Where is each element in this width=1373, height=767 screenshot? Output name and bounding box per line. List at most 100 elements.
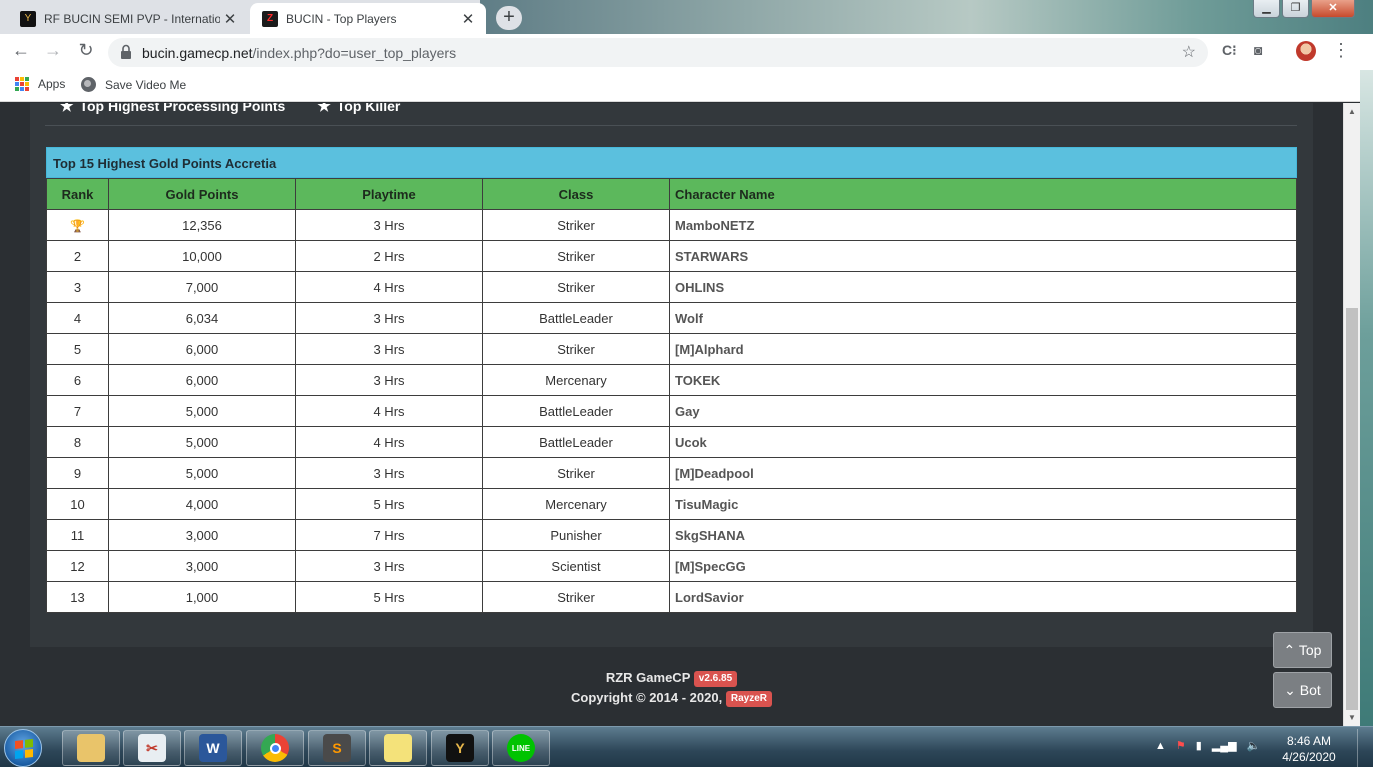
- desktop-wallpaper-strip: [480, 0, 1373, 34]
- cell-rank: 10: [46, 488, 109, 520]
- tray-expand-icon[interactable]: ▲: [1155, 740, 1166, 752]
- maximize-button[interactable]: ❐: [1282, 0, 1309, 18]
- table-row: 3 7,000 4 Hrs Striker OHLINS: [46, 271, 1297, 303]
- back-icon[interactable]: ←: [9, 40, 33, 61]
- cell-character-name: Gay: [669, 395, 1297, 427]
- tab-rf-bucin[interactable]: Y RF BUCIN SEMI PVP - International ✕: [8, 3, 248, 34]
- table-row: 12 3,000 3 Hrs Scientist [M]SpecGG: [46, 550, 1297, 582]
- close-window-button[interactable]: ✕: [1311, 0, 1355, 18]
- cell-playtime: 3 Hrs: [295, 333, 483, 365]
- taskbar-clock[interactable]: 8:46 AM 4/26/2020: [1278, 733, 1340, 765]
- extension-c-icon[interactable]: C⁝: [1222, 42, 1237, 59]
- reload-icon[interactable]: ↻: [74, 40, 98, 61]
- show-desktop-button[interactable]: [1357, 729, 1371, 767]
- cell-playtime: 4 Hrs: [295, 395, 483, 427]
- cell-gold-points: 12,356: [108, 209, 296, 241]
- forward-icon[interactable]: →: [41, 40, 65, 61]
- cell-rank: 6: [46, 364, 109, 396]
- cell-character-name: TisuMagic: [669, 488, 1297, 520]
- menu-dots-icon[interactable]: ⋮: [1332, 40, 1350, 61]
- tab-close-icon[interactable]: ✕: [220, 10, 240, 28]
- cell-character-name: [M]Alphard: [669, 333, 1297, 365]
- network-error-icon[interactable]: ⚑: [1176, 739, 1186, 752]
- taskbar-line[interactable]: LINE: [492, 730, 550, 766]
- cell-character-name: TOKEK: [669, 364, 1297, 396]
- tab-top-players[interactable]: Z BUCIN - Top Players ✕: [250, 3, 486, 34]
- window-controls: ▁ ❐ ✕: [1253, 0, 1355, 18]
- cell-rank: 11: [46, 519, 109, 551]
- address-bar[interactable]: bucin.gamecp.net/index.php?do=user_top_p…: [108, 38, 1208, 67]
- page-scrollbar[interactable]: ▲ ▼: [1343, 103, 1360, 726]
- cell-rank: 7: [46, 395, 109, 427]
- tab-title: RF BUCIN SEMI PVP - International: [44, 11, 220, 26]
- word-icon: W: [199, 734, 227, 762]
- cell-class: Punisher: [482, 519, 670, 551]
- cell-gold-points: 6,000: [108, 333, 296, 365]
- minimize-button[interactable]: ▁: [1253, 0, 1280, 18]
- camera-icon[interactable]: ◙: [1254, 42, 1262, 58]
- cell-playtime: 4 Hrs: [295, 271, 483, 303]
- sublime-icon: S: [323, 734, 351, 762]
- footer-copyright-line: Copyright © 2014 - 2020, RayzeR: [0, 688, 1343, 708]
- scroll-up-arrow-icon[interactable]: ▲: [1348, 107, 1356, 116]
- footer-brand: RZR GameCP: [605, 670, 691, 685]
- clock-time: 8:46 AM: [1286, 734, 1332, 748]
- scroll-top-label: Top: [1298, 642, 1322, 658]
- bookmark-apps[interactable]: Apps: [15, 77, 65, 91]
- bookmark-star-icon[interactable]: ☆: [1182, 42, 1196, 62]
- start-button[interactable]: [4, 729, 42, 767]
- divider: [45, 125, 1297, 126]
- cell-class: Mercenary: [482, 364, 670, 396]
- star-icon: ★: [60, 103, 74, 115]
- nav-tab-processing-points[interactable]: ★ Top Highest Processing Points: [60, 103, 285, 115]
- tab-close-icon[interactable]: ✕: [458, 10, 478, 28]
- taskbar-chrome[interactable]: [246, 730, 304, 766]
- cell-rank: 5: [46, 333, 109, 365]
- cell-rank: 3: [46, 271, 109, 303]
- new-tab-button[interactable]: +: [496, 6, 522, 30]
- url-path: /index.php?do=user_top_players: [252, 45, 457, 61]
- scroll-top-button[interactable]: ⌃ Top: [1273, 632, 1332, 668]
- scroll-bottom-button[interactable]: ⌄ Bot: [1273, 672, 1332, 708]
- col-playtime: Playtime: [295, 178, 483, 210]
- battery-icon[interactable]: ▮: [1196, 739, 1202, 752]
- bookmarks-bar: Apps Save Video Me: [0, 70, 1373, 102]
- folder-icon: [77, 734, 105, 762]
- volume-icon[interactable]: 🔈: [1247, 739, 1261, 752]
- author-badge[interactable]: RayzeR: [725, 691, 772, 707]
- scroll-down-arrow-icon[interactable]: ▼: [1348, 713, 1356, 722]
- taskbar-sticky-notes[interactable]: [369, 730, 427, 766]
- profile-avatar[interactable]: [1296, 41, 1316, 61]
- sticky-notes-icon: [384, 734, 412, 762]
- nav-tab-label: Top Highest Processing Points: [79, 103, 286, 114]
- desktop-wallpaper-edge: [1360, 70, 1373, 730]
- version-badge: v2.6.85: [693, 671, 738, 687]
- cell-character-name: [M]Deadpool: [669, 457, 1297, 489]
- cell-character-name: [M]SpecGG: [669, 550, 1297, 582]
- taskbar-snipping-tool[interactable]: ✂: [123, 730, 181, 766]
- cell-playtime: 7 Hrs: [295, 519, 483, 551]
- cell-gold-points: 5,000: [108, 457, 296, 489]
- nav-tab-top-killer[interactable]: ★ Top Killer: [317, 103, 400, 115]
- rf-favicon-icon: Y: [20, 10, 36, 27]
- bookmark-label: Apps: [38, 77, 66, 91]
- cell-playtime: 5 Hrs: [295, 488, 483, 520]
- taskbar-rf-online[interactable]: Y: [431, 730, 489, 766]
- cell-rank: 12: [46, 550, 109, 582]
- bookmark-save-video[interactable]: Save Video Me: [81, 77, 186, 92]
- taskbar-explorer[interactable]: [62, 730, 120, 766]
- scrollbar-thumb[interactable]: [1346, 308, 1358, 710]
- signal-icon[interactable]: ▂▄▆: [1212, 739, 1237, 752]
- cell-character-name: MamboNETZ: [669, 209, 1297, 241]
- page-viewport: ★ Top Highest Processing Points ★ Top Ki…: [0, 103, 1343, 726]
- taskbar-word[interactable]: W: [184, 730, 242, 766]
- top-players-table: Rank Gold Points Playtime Class Characte…: [46, 178, 1297, 613]
- url-text: bucin.gamecp.net/index.php?do=user_top_p…: [142, 45, 456, 61]
- taskbar-sublime[interactable]: S: [308, 730, 366, 766]
- cell-class: BattleLeader: [482, 302, 670, 334]
- table-row: 8 5,000 4 Hrs BattleLeader Ucok: [46, 426, 1297, 458]
- cell-class: Striker: [482, 209, 670, 241]
- globe-icon: [81, 77, 96, 92]
- lock-icon: [121, 44, 131, 59]
- rf-game-icon: Y: [446, 734, 474, 762]
